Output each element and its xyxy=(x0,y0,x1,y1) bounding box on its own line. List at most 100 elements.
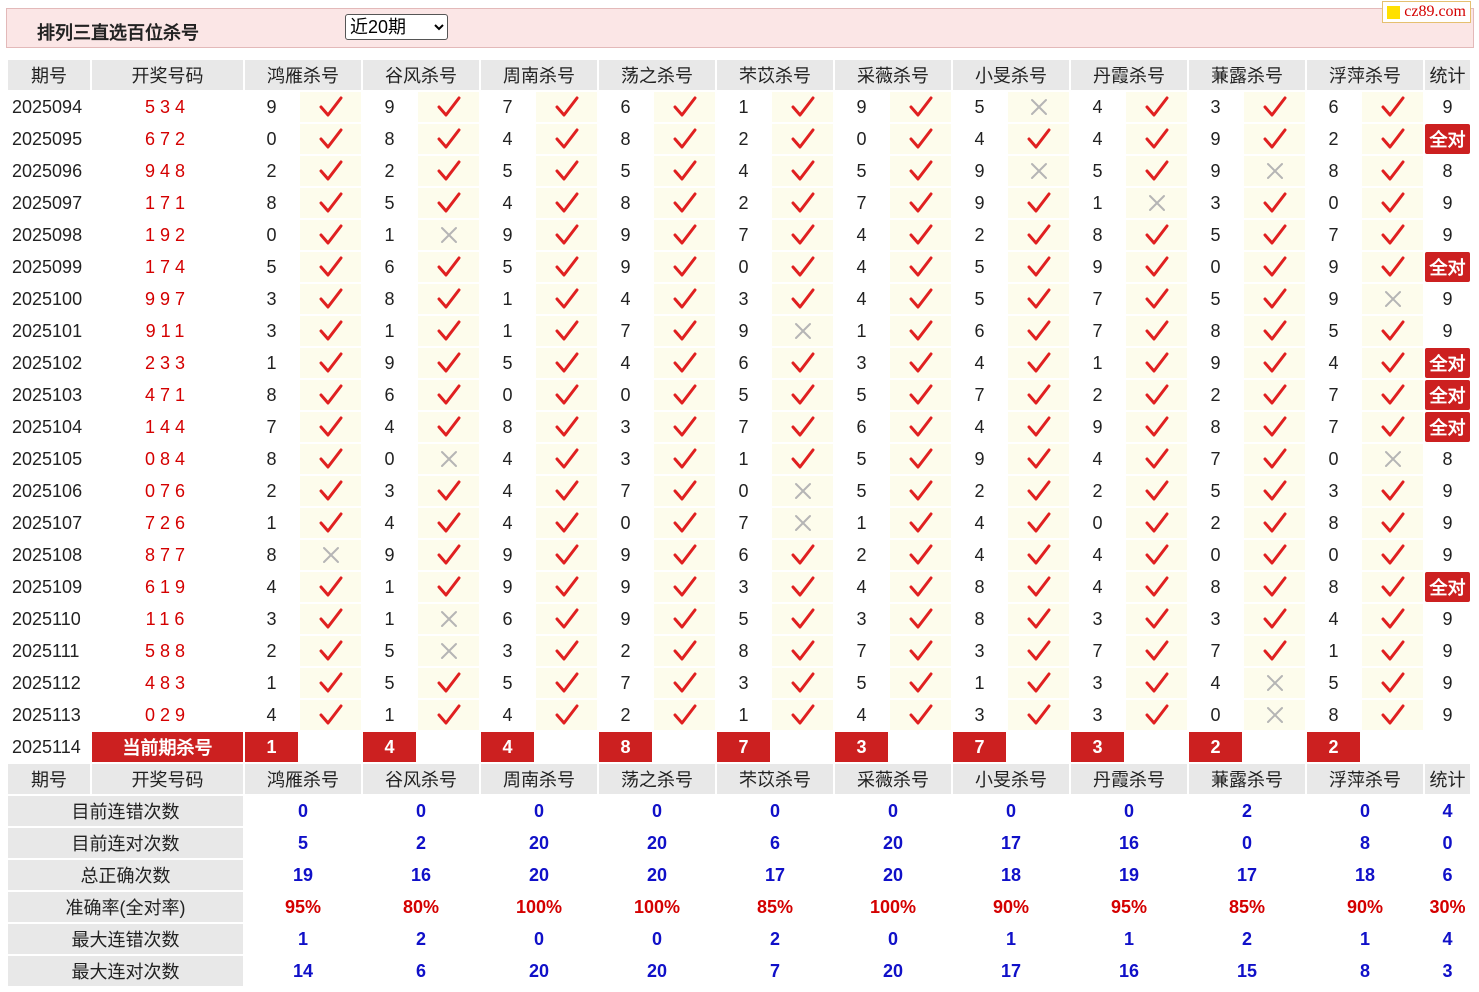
check-icon xyxy=(1263,544,1286,565)
hit-mark xyxy=(890,316,951,346)
summary-value: 19 xyxy=(1071,860,1187,890)
current-blank xyxy=(418,732,479,762)
kill-number: 5 xyxy=(1189,284,1242,314)
check-icon xyxy=(909,512,932,533)
col-header-expert-7: 小旻杀号 xyxy=(953,60,1069,90)
summary-value: 5 xyxy=(245,828,361,858)
row-draw-number: 192 xyxy=(144,224,191,245)
check-icon xyxy=(1027,416,1050,437)
hit-mark xyxy=(1362,508,1423,538)
check-icon xyxy=(1027,544,1050,565)
summary-value: 20 xyxy=(481,956,597,986)
miss-mark xyxy=(1244,668,1305,698)
check-icon xyxy=(555,480,578,501)
kill-number: 7 xyxy=(717,412,770,442)
hit-mark xyxy=(1362,572,1423,602)
hit-mark xyxy=(1362,124,1423,154)
summary-value: 20 xyxy=(481,860,597,890)
hit-mark xyxy=(1126,156,1187,186)
kill-number: 9 xyxy=(599,540,652,570)
col-header-expert-6: 采薇杀号 xyxy=(835,60,951,90)
check-icon xyxy=(1381,192,1404,213)
hit-mark xyxy=(300,700,361,730)
kill-number: 6 xyxy=(835,412,888,442)
col-header-expert-1: 鸿雁杀号 xyxy=(245,60,361,90)
row-period: 2025104 xyxy=(8,412,90,442)
site-logo[interactable]: cz89.com xyxy=(1382,1,1471,23)
kill-number: 0 xyxy=(717,252,770,282)
summary-value: 95% xyxy=(245,892,361,922)
check-icon xyxy=(673,544,696,565)
check-icon xyxy=(909,288,932,309)
kill-number: 7 xyxy=(1307,412,1360,442)
col-header-expert-4: 荡之杀号 xyxy=(599,60,715,90)
kill-number: 0 xyxy=(1071,508,1124,538)
check-icon xyxy=(319,608,342,629)
kill-number: 8 xyxy=(245,188,298,218)
check-icon xyxy=(1145,480,1168,501)
miss-mark xyxy=(772,508,833,538)
kill-number: 9 xyxy=(1071,412,1124,442)
hit-mark xyxy=(890,444,951,474)
row-period: 2025098 xyxy=(8,220,90,250)
kill-number: 1 xyxy=(363,604,416,634)
hit-mark xyxy=(1126,508,1187,538)
hit-mark xyxy=(1126,636,1187,666)
hit-mark xyxy=(772,604,833,634)
check-icon xyxy=(555,128,578,149)
kill-number: 8 xyxy=(245,444,298,474)
check-icon xyxy=(673,128,696,149)
check-icon xyxy=(1145,672,1168,693)
summary-header-expert-8: 丹霞杀号 xyxy=(1071,764,1187,794)
period-select[interactable]: 近20期 xyxy=(345,14,448,40)
check-icon xyxy=(791,544,814,565)
kill-number: 0 xyxy=(245,124,298,154)
kill-number: 5 xyxy=(953,92,1006,122)
kill-number: 2 xyxy=(245,636,298,666)
check-icon xyxy=(437,160,460,181)
hit-mark xyxy=(772,444,833,474)
cross-icon xyxy=(1384,451,1401,467)
summary-stat: 4 xyxy=(1425,796,1470,826)
kill-number: 8 xyxy=(1189,412,1242,442)
kill-number: 2 xyxy=(245,156,298,186)
hit-mark xyxy=(1362,92,1423,122)
hit-mark xyxy=(890,252,951,282)
hit-mark xyxy=(418,92,479,122)
kill-number: 0 xyxy=(835,124,888,154)
hit-mark xyxy=(1362,636,1423,666)
hit-mark xyxy=(890,668,951,698)
hit-mark xyxy=(300,252,361,282)
hit-mark xyxy=(536,668,597,698)
kill-number: 5 xyxy=(1189,476,1242,506)
hit-mark xyxy=(1008,380,1069,410)
check-icon xyxy=(437,416,460,437)
hit-mark xyxy=(1126,476,1187,506)
summary-header-expert-6: 采薇杀号 xyxy=(835,764,951,794)
row-draw-number: 483 xyxy=(144,672,191,693)
summary-value: 16 xyxy=(363,860,479,890)
hit-mark xyxy=(1362,348,1423,378)
kill-number: 9 xyxy=(363,348,416,378)
check-icon xyxy=(1027,352,1050,373)
hit-mark xyxy=(536,252,597,282)
check-icon xyxy=(1027,448,1050,469)
hit-mark xyxy=(1244,92,1305,122)
hit-mark xyxy=(300,476,361,506)
summary-value: 80% xyxy=(363,892,479,922)
check-icon xyxy=(1263,608,1286,629)
summary-value: 6 xyxy=(363,956,479,986)
kill-number: 7 xyxy=(1071,316,1124,346)
row-draw-number: 144 xyxy=(144,416,191,437)
kill-number: 4 xyxy=(599,284,652,314)
kill-number: 5 xyxy=(1307,668,1360,698)
check-icon xyxy=(1381,256,1404,277)
current-kill-expert-9: 2 xyxy=(1189,732,1242,762)
row-draw-number: 997 xyxy=(144,288,191,309)
hit-mark xyxy=(890,380,951,410)
hit-mark xyxy=(1244,540,1305,570)
check-icon xyxy=(791,704,814,725)
hit-mark xyxy=(890,540,951,570)
kill-number: 3 xyxy=(1071,668,1124,698)
summary-header-period: 期号 xyxy=(8,764,90,794)
